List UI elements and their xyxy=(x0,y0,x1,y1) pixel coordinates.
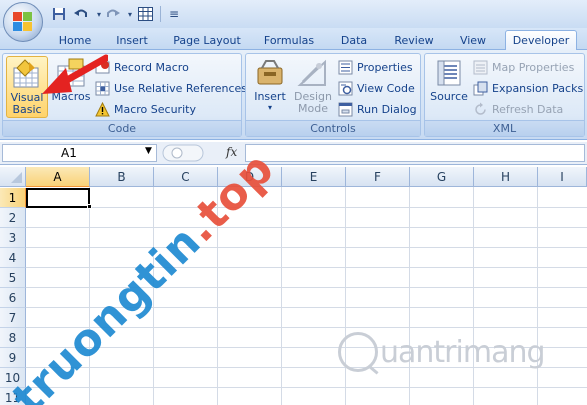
xml-group: Source Map Properties Expansion Packs Re… xyxy=(424,53,585,137)
record-macro-button[interactable]: Record Macro xyxy=(95,58,189,77)
column-header-f[interactable]: F xyxy=(346,167,410,187)
expansion-packs-button[interactable]: Expansion Packs xyxy=(473,79,583,98)
refresh-data-label: Refresh Data xyxy=(492,103,564,116)
toolbox-icon xyxy=(257,60,283,85)
design-mode-button[interactable]: Design Mode xyxy=(292,56,334,118)
row-header-2[interactable]: 2 xyxy=(0,208,26,228)
refresh-data-button[interactable]: Refresh Data xyxy=(473,100,563,119)
name-box-dropdown-icon[interactable]: ▼ xyxy=(145,146,152,156)
watermark-q-logo-icon xyxy=(338,332,378,372)
design-mode-icon xyxy=(297,59,326,86)
view-code-label: View Code xyxy=(357,82,415,95)
save-icon[interactable] xyxy=(50,5,68,23)
properties-icon xyxy=(338,60,353,75)
tab-data[interactable]: Data xyxy=(332,31,376,50)
row-header-9[interactable]: 9 xyxy=(0,348,26,368)
visual-basic-label-2: Basic xyxy=(12,103,42,116)
tab-home[interactable]: Home xyxy=(52,31,98,50)
use-relative-references-button[interactable]: Use Relative References xyxy=(95,79,247,98)
row-header-6[interactable]: 6 xyxy=(0,288,26,308)
column-header-i[interactable]: I xyxy=(538,167,587,187)
red-arrow-icon xyxy=(42,54,108,94)
source-label: Source xyxy=(430,90,468,103)
redo-icon[interactable] xyxy=(104,5,122,23)
tab-page-layout[interactable]: Page Layout xyxy=(166,31,248,50)
grid-hline xyxy=(26,387,587,388)
use-relative-references-label: Use Relative References xyxy=(114,82,248,95)
controls-group: Insert ▾ Design Mode Properties View Cod… xyxy=(245,53,421,137)
refresh-icon xyxy=(475,102,486,115)
run-dialog-label: Run Dialog xyxy=(357,103,417,116)
map-properties-label: Map Properties xyxy=(492,61,575,74)
fill-handle[interactable] xyxy=(87,204,92,209)
tab-developer[interactable]: Developer xyxy=(505,30,577,50)
view-code-icon xyxy=(338,81,353,96)
active-cell[interactable] xyxy=(26,188,90,208)
row-header-4[interactable]: 4 xyxy=(0,248,26,268)
grid-hline xyxy=(26,207,587,208)
row-header-8[interactable]: 8 xyxy=(0,328,26,348)
select-all-corner[interactable] xyxy=(0,167,26,187)
tab-formulas[interactable]: Formulas xyxy=(258,31,320,50)
row-header-7[interactable]: 7 xyxy=(0,308,26,328)
map-properties-button[interactable]: Map Properties xyxy=(473,58,574,77)
insert-control-button[interactable]: Insert ▾ xyxy=(250,56,290,118)
formula-input[interactable] xyxy=(245,144,585,162)
run-dialog-icon xyxy=(338,102,353,117)
column-header-h[interactable]: H xyxy=(474,167,538,187)
grid-hline xyxy=(26,227,587,228)
column-header-e[interactable]: E xyxy=(282,167,346,187)
design-mode-label-2: Mode xyxy=(298,102,328,115)
formula-bar: A1 ▼ fx xyxy=(0,142,587,165)
code-group-label: Code xyxy=(3,120,241,136)
expansion-packs-label: Expansion Packs xyxy=(492,82,584,95)
grid-hline xyxy=(26,267,587,268)
properties-label: Properties xyxy=(357,61,413,74)
title-bar: ▾ ▾ ≡ xyxy=(0,0,587,28)
expansion-packs-icon xyxy=(473,81,488,96)
customize-icon[interactable]: ≡ xyxy=(165,5,183,23)
controls-group-label: Controls xyxy=(246,120,420,136)
insert-dropdown-icon: ▾ xyxy=(267,103,272,112)
tab-insert[interactable]: Insert xyxy=(108,31,156,50)
tab-view[interactable]: View xyxy=(452,31,494,50)
watermark-right-text: uantrimang xyxy=(380,334,546,370)
row-header-5[interactable]: 5 xyxy=(0,268,26,288)
watermark-right: uantrimang xyxy=(338,330,546,374)
office-logo-icon xyxy=(13,12,33,32)
office-button[interactable] xyxy=(3,2,43,42)
record-macro-label: Record Macro xyxy=(114,61,189,74)
grid-vline xyxy=(281,187,282,405)
grid-hline xyxy=(26,247,587,248)
name-box[interactable]: A1 xyxy=(2,144,157,162)
tab-review[interactable]: Review xyxy=(386,31,442,50)
macro-security-button[interactable]: Macro Security xyxy=(95,100,196,119)
undo-icon[interactable] xyxy=(72,5,90,23)
table-icon[interactable] xyxy=(136,5,154,23)
macro-security-label: Macro Security xyxy=(114,103,196,116)
column-header-b[interactable]: B xyxy=(90,167,154,187)
xml-group-label: XML xyxy=(425,120,584,136)
map-properties-icon xyxy=(473,60,488,75)
view-code-button[interactable]: View Code xyxy=(338,79,415,98)
row-header-3[interactable]: 3 xyxy=(0,228,26,248)
properties-button[interactable]: Properties xyxy=(338,58,413,77)
column-header-g[interactable]: G xyxy=(410,167,474,187)
source-icon xyxy=(437,60,461,86)
warning-icon xyxy=(95,102,110,117)
ribbon-tabs: Home Insert Page Layout Formulas Data Re… xyxy=(0,28,587,50)
source-button[interactable]: Source xyxy=(429,56,469,118)
row-header-1[interactable]: 1 xyxy=(0,188,26,208)
run-dialog-button[interactable]: Run Dialog xyxy=(338,100,417,119)
insert-label: Insert xyxy=(254,90,286,103)
column-header-a[interactable]: A xyxy=(26,167,90,187)
